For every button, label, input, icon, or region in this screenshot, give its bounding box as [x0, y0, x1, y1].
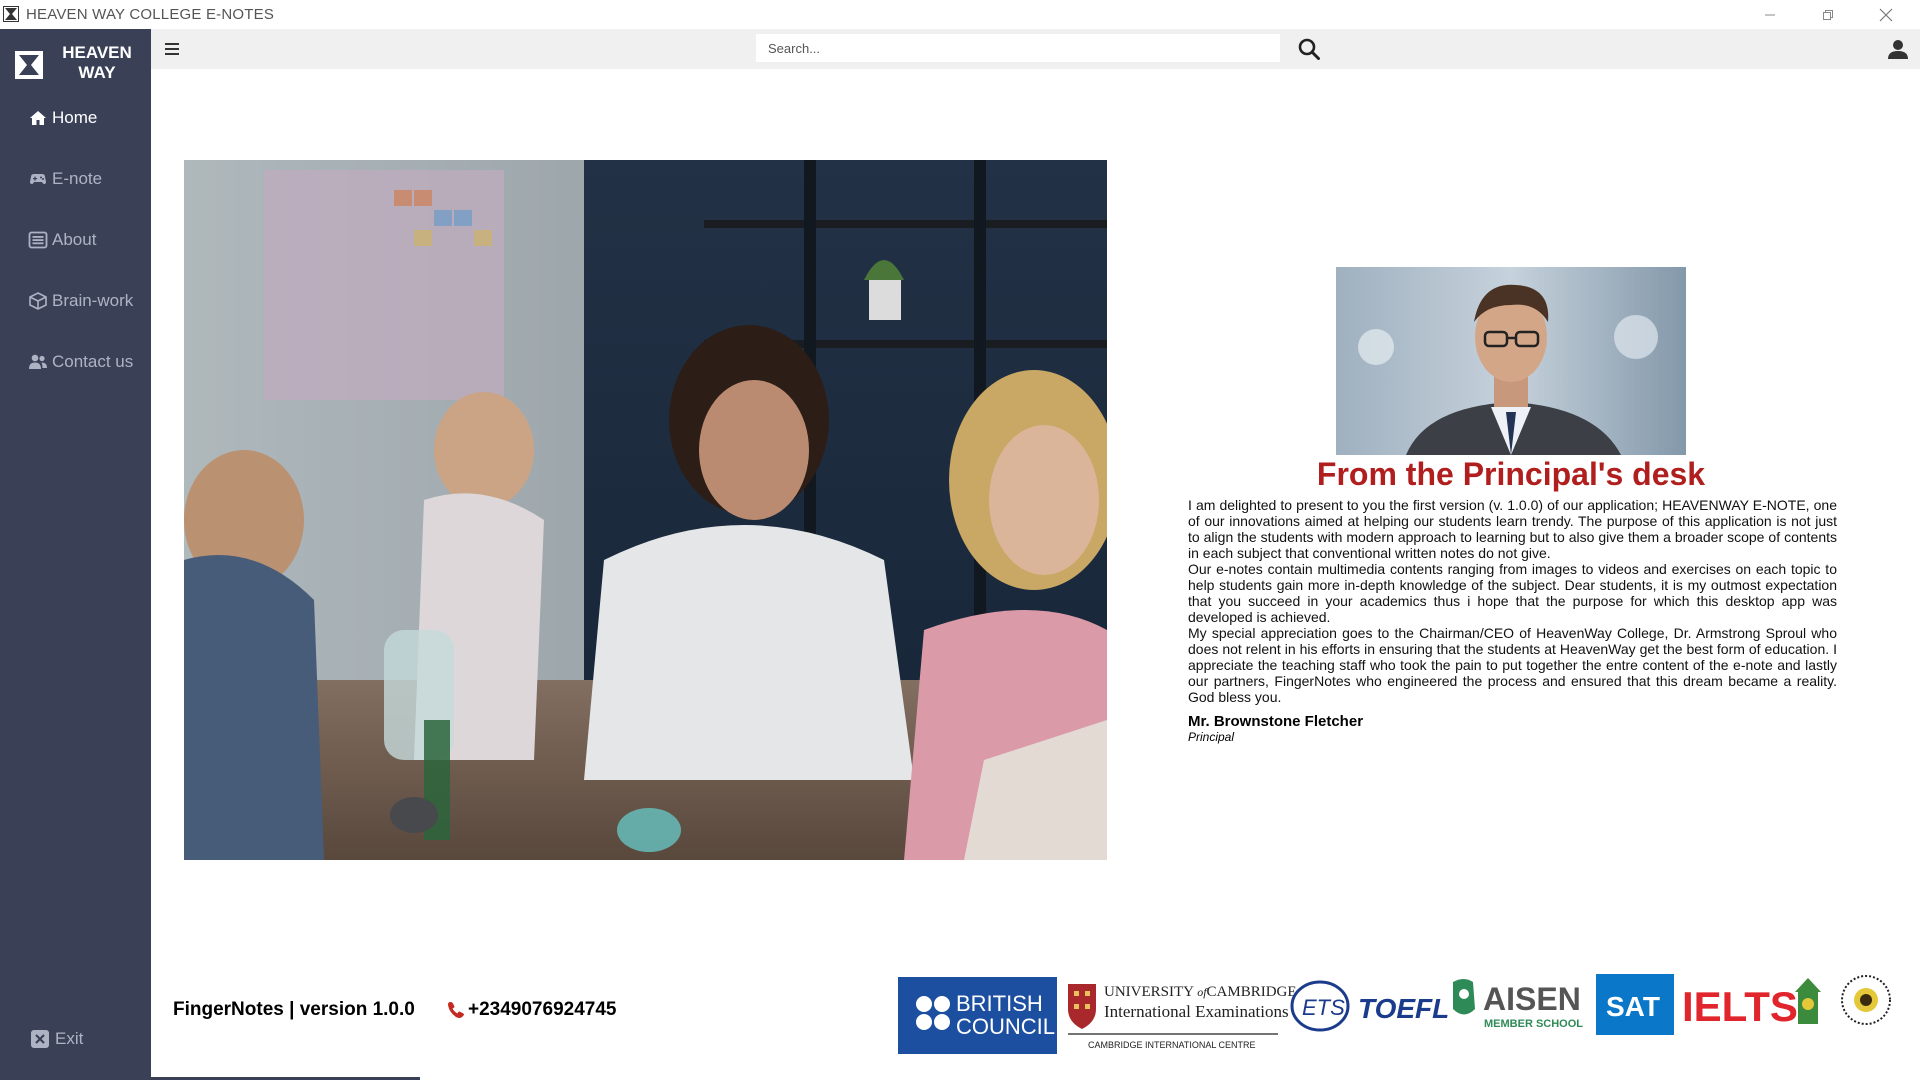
app-version: FingerNotes | version 1.0.0 [173, 999, 415, 1020]
user-account-icon[interactable] [1887, 38, 1909, 60]
toefl-text: TOEFL [1358, 993, 1449, 1024]
exit-button[interactable]: Exit [30, 1029, 83, 1049]
exit-icon [31, 1030, 49, 1048]
restore-icon [1823, 9, 1833, 20]
app-logo-icon [3, 6, 19, 22]
brand-name: HEAVEN WAY [62, 43, 132, 82]
sidebar-item-label: Contact us [52, 352, 134, 371]
seal-logo [1841, 975, 1891, 1025]
principal-desk-title: From the Principal's desk [1316, 456, 1706, 492]
cambridge-university-text: UNIVERSITY [1104, 984, 1194, 1000]
hero-classroom-image [184, 160, 1107, 860]
aisen-text: AISEN [1483, 981, 1581, 1017]
signer-name: Mr. Brownstone Fletcher [1188, 713, 1364, 730]
waec-logo [1795, 978, 1821, 1024]
ielts-text: IELTS [1682, 983, 1798, 1030]
minimize-icon [1765, 14, 1775, 15]
contact-phone: +2349076924745 [468, 999, 617, 1020]
ets-logo: ETS [1290, 980, 1350, 1032]
partner-logos: BRITISH COUNCIL UNIVERSITY ofCAMBRIDGE I… [898, 974, 1891, 1054]
sat-logo: SAT [1596, 974, 1674, 1035]
sidebar-item-home[interactable]: Home [28, 108, 97, 128]
message-paragraph: I am delighted to present to you the fir… [1188, 497, 1837, 561]
users-icon [29, 354, 47, 369]
minimize-button[interactable] [1741, 0, 1799, 29]
sidebar-item-label: About [52, 230, 97, 249]
british-council-logo: BRITISH COUNCIL [898, 977, 1057, 1054]
british-council-text-2: COUNCIL [956, 1014, 1055, 1039]
phone-icon [448, 1002, 464, 1018]
sidebar: HEAVEN WAY Home E-note About Brain-work … [0, 29, 151, 1080]
principal-message: I am delighted to present to you the fir… [1188, 497, 1837, 705]
sidebar-item-e-note[interactable]: E-note [28, 169, 102, 189]
cambridge-logo: UNIVERSITY ofCAMBRIDGE International Exa… [1068, 984, 1297, 1050]
search-input[interactable] [756, 34, 1280, 62]
svg-text:UNIVERSITY ofCAMBRIDGE: UNIVERSITY ofCAMBRIDGE [1104, 984, 1297, 1000]
home-icon [30, 111, 46, 125]
british-council-text-1: BRITISH [956, 991, 1043, 1016]
message-paragraph: Our e-notes contain multimedia contents … [1188, 561, 1837, 625]
cambridge-name-text: CAMBRIDGE [1207, 984, 1297, 1000]
sidebar-item-label: Home [52, 108, 98, 127]
sat-text: SAT [1606, 991, 1660, 1022]
exit-label: Exit [55, 1029, 84, 1048]
top-toolbar [151, 29, 1920, 69]
window-titlebar: HEAVEN WAY COLLEGE E-NOTES [0, 0, 1920, 29]
sidebar-item-label: Brain-work [52, 291, 134, 310]
aisen-logo: AISEN MEMBER SCHOOL [1453, 979, 1583, 1030]
brand: HEAVEN WAY [14, 41, 144, 85]
aisen-member-text: MEMBER SCHOOL [1484, 1018, 1583, 1030]
sidebar-item-contact-us[interactable]: Contact us [28, 352, 133, 372]
brand-logo-icon [15, 51, 43, 79]
close-button[interactable] [1857, 0, 1915, 29]
gamepad-icon [30, 174, 46, 184]
principal-photo [1336, 267, 1686, 455]
list-icon [28, 231, 48, 249]
ets-text: ETS [1302, 995, 1345, 1020]
sidebar-item-label: E-note [52, 169, 103, 188]
hamburger-menu-icon[interactable] [163, 40, 181, 58]
cambridge-exams-text: International Examinations [1104, 1002, 1289, 1021]
message-paragraph: My special appreciation goes to the Chai… [1188, 625, 1837, 705]
cambridge-centre-text: CAMBRIDGE INTERNATIONAL CENTRE [1088, 1040, 1256, 1050]
cube-icon [29, 292, 47, 310]
sidebar-item-brain-work[interactable]: Brain-work [28, 291, 133, 311]
window-title: HEAVEN WAY COLLEGE E-NOTES [26, 6, 275, 23]
restore-button[interactable] [1799, 0, 1857, 29]
close-icon [1879, 8, 1893, 21]
sidebar-item-about[interactable]: About [28, 230, 96, 250]
signer-role: Principal [1188, 730, 1235, 744]
search-icon[interactable] [1297, 37, 1321, 61]
